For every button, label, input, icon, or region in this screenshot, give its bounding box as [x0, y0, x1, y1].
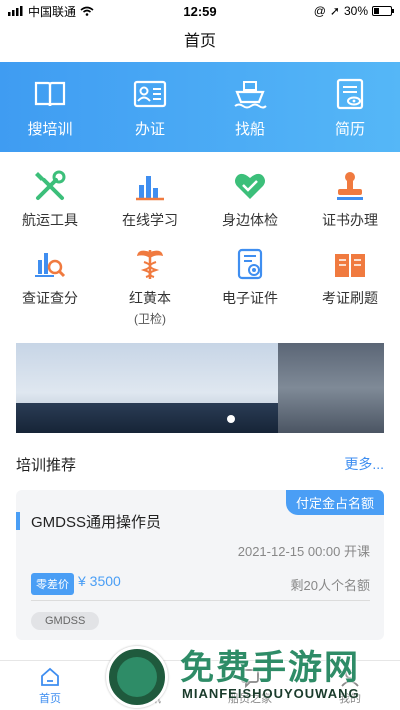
hero-item-label: 办证 — [134, 120, 165, 138]
ship-icon — [234, 80, 267, 108]
stamp-icon — [337, 172, 363, 200]
deposit-tag[interactable]: 付定金占名额 — [285, 490, 384, 515]
watermark-text-en: MIANFEISHOUYOUWANG — [182, 686, 360, 701]
price-badge: 零差价 — [31, 573, 74, 595]
location-icon: ➚ — [329, 4, 340, 18]
training-section-header: 培训推荐 更多... — [16, 452, 384, 476]
grid-item-health-check[interactable]: 身边体检 — [200, 168, 300, 230]
signal-icon — [8, 6, 23, 16]
hero-item-label: 简历 — [334, 120, 365, 138]
grid-item-health-book[interactable]: 红黄本 (卫检) — [100, 246, 200, 327]
grid-item-online-learning[interactable]: 在线学习 — [100, 168, 200, 230]
banner-image-next — [278, 343, 384, 433]
caduceus-icon — [137, 250, 163, 279]
heart-check-icon — [235, 173, 265, 199]
function-grid: 航运工具 在线学习 身边体检 证书办理 查证查分 红黄本 (卫检) 电子证件 考… — [0, 168, 400, 327]
book-icon — [34, 81, 66, 106]
orientation-lock-icon: @ — [313, 4, 326, 18]
grid-item-check-score[interactable]: 查证查分 — [0, 246, 100, 327]
chart-search-icon — [35, 253, 66, 278]
watermark-logo — [106, 646, 168, 708]
section-title: 培训推荐 — [16, 456, 77, 474]
course-date: 2021-12-15 00:00 开课 — [237, 544, 370, 559]
status-right: @ ➚ 30% — [313, 4, 394, 18]
grid-item-label: 航运工具 — [22, 212, 78, 228]
banner-carousel[interactable] — [16, 343, 384, 433]
course-price: ¥ 3500 — [78, 573, 121, 589]
course-name: GMDSS通用操作员 — [31, 514, 162, 531]
grid-item-label: 红黄本 — [129, 290, 171, 306]
e-certificate-icon — [237, 248, 263, 280]
tab-home[interactable]: 首页 — [10, 666, 90, 706]
watermark-text-cn: 免费手游网 — [180, 648, 360, 688]
open-book-icon — [335, 254, 365, 277]
more-link[interactable]: 更多... — [344, 454, 384, 474]
battery-icon — [372, 6, 394, 16]
grid-item-label: 证书办理 — [322, 212, 378, 228]
watermark: 免费手游网 MIANFEISHOUYOUWANG — [100, 636, 400, 710]
status-bar: 中国联通 12:59 @ ➚ 30% — [0, 0, 400, 22]
hero-item-training[interactable]: 搜培训 — [5, 76, 95, 139]
tools-icon — [35, 170, 66, 200]
id-card-icon — [133, 80, 167, 107]
chart-bar-icon — [136, 176, 164, 201]
resume-icon — [336, 78, 364, 109]
hero-item-certificate[interactable]: 办证 — [105, 76, 195, 139]
hero-item-find-ship[interactable]: 找船 — [205, 76, 295, 139]
wifi-icon — [80, 6, 94, 16]
tab-label: 首页 — [39, 692, 61, 705]
carousel-indicator[interactable] — [227, 415, 235, 423]
divider — [31, 600, 370, 601]
grid-item-label: 电子证件 — [222, 290, 278, 306]
training-card[interactable]: 付定金占名额 GMDSS通用操作员 2021-12-15 00:00 开课 零差… — [16, 490, 384, 640]
home-icon — [41, 667, 59, 686]
grid-item-certificate-service[interactable]: 证书办理 — [300, 168, 400, 230]
grid-item-exam-practice[interactable]: 考证刷题 — [300, 246, 400, 327]
grid-item-label: 查证查分 — [22, 290, 78, 306]
category-chip: GMDSS — [31, 612, 100, 630]
hero-item-label: 搜培训 — [27, 120, 73, 138]
grid-item-e-certificate[interactable]: 电子证件 — [200, 246, 300, 327]
title-accent-bar — [16, 512, 20, 530]
page-title: 首页 — [183, 33, 216, 50]
carrier-name: 中国联通 — [28, 4, 77, 19]
hero-menu: 搜培训 办证 找船 简历 — [0, 62, 400, 152]
banner-ship-hull — [16, 403, 278, 433]
grid-item-label: 身边体检 — [222, 212, 278, 228]
hero-item-label: 找船 — [234, 120, 265, 138]
hero-item-resume[interactable]: 简历 — [305, 76, 395, 139]
grid-item-label: 在线学习 — [122, 212, 178, 228]
battery-percent: 30% — [343, 4, 368, 18]
grid-item-sublabel: (卫检) — [134, 312, 166, 326]
status-left: 中国联通 — [8, 3, 94, 20]
remaining-seats: 剩20人个名额 — [290, 578, 370, 593]
grid-item-shipping-tools[interactable]: 航运工具 — [0, 168, 100, 230]
grid-item-label: 考证刷题 — [322, 290, 378, 306]
